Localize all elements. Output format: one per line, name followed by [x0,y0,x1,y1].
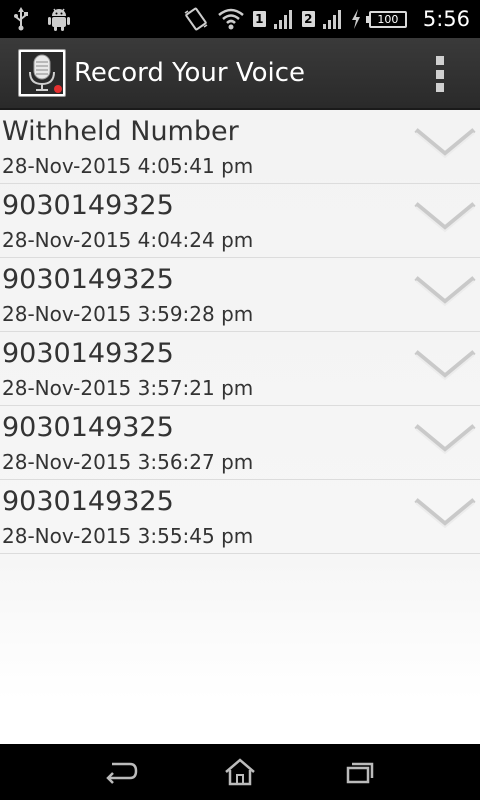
recent-apps-icon[interactable] [340,756,380,788]
system-status-icons: 1 2 100 5:56 [183,0,470,38]
caller-number: 9030149325 [2,190,174,221]
recording-datetime: 28-Nov-2015 3:57:21 pm [2,376,254,400]
chevron-down-icon[interactable] [414,496,476,530]
vibrate-icon [183,7,209,31]
list-item[interactable]: 9030149325 28-Nov-2015 3:55:45 pm [0,480,480,554]
chevron-down-icon[interactable] [414,348,476,382]
signal-icon [322,9,343,29]
screen: 1 2 100 5:56 Record Your Voice Withheld … [0,0,480,800]
overflow-menu-icon[interactable] [434,56,446,92]
notification-icons [14,6,70,32]
caller-number: 9030149325 [2,486,174,517]
sim1-badge: 1 [252,11,266,27]
caller-name: Withheld Number [2,116,239,147]
chevron-down-icon[interactable] [414,200,476,234]
list-item[interactable]: 9030149325 28-Nov-2015 3:57:21 pm [0,332,480,406]
app-title: Record Your Voice [74,58,306,88]
sim2-badge: 2 [301,11,315,27]
wifi-icon [217,7,245,31]
microphone-record-icon[interactable] [18,49,66,97]
clock: 5:56 [422,7,470,31]
back-icon[interactable] [100,756,140,788]
recordings-list: Withheld Number 28-Nov-2015 4:05:41 pm 9… [0,110,480,554]
android-icon [48,7,70,31]
chevron-down-icon[interactable] [414,126,476,160]
action-bar: Record Your Voice [0,38,480,110]
caller-number: 9030149325 [2,412,174,443]
recording-datetime: 28-Nov-2015 3:56:27 pm [2,450,254,474]
list-item[interactable]: 9030149325 28-Nov-2015 3:59:28 pm [0,258,480,332]
recording-datetime: 28-Nov-2015 4:05:41 pm [2,154,254,178]
chevron-down-icon[interactable] [414,274,476,308]
overflow-dot [436,83,444,92]
navigation-bar [0,744,480,800]
caller-number: 9030149325 [2,338,174,369]
charging-icon [351,9,361,29]
overflow-dot [436,56,444,65]
battery-icon: 100 [365,10,407,28]
caller-number: 9030149325 [2,264,174,295]
status-bar: 1 2 100 5:56 [0,0,480,38]
list-item[interactable]: Withheld Number 28-Nov-2015 4:05:41 pm [0,110,480,184]
recording-datetime: 28-Nov-2015 3:55:45 pm [2,524,254,548]
recording-datetime: 28-Nov-2015 3:59:28 pm [2,302,254,326]
list-item[interactable]: 9030149325 28-Nov-2015 3:56:27 pm [0,406,480,480]
signal-icon [273,9,294,29]
chevron-down-icon[interactable] [414,422,476,456]
list-item[interactable]: 9030149325 28-Nov-2015 4:04:24 pm [0,184,480,258]
usb-icon [14,7,28,31]
home-icon[interactable] [220,756,260,788]
overflow-dot [436,69,444,79]
recording-datetime: 28-Nov-2015 4:04:24 pm [2,228,254,252]
